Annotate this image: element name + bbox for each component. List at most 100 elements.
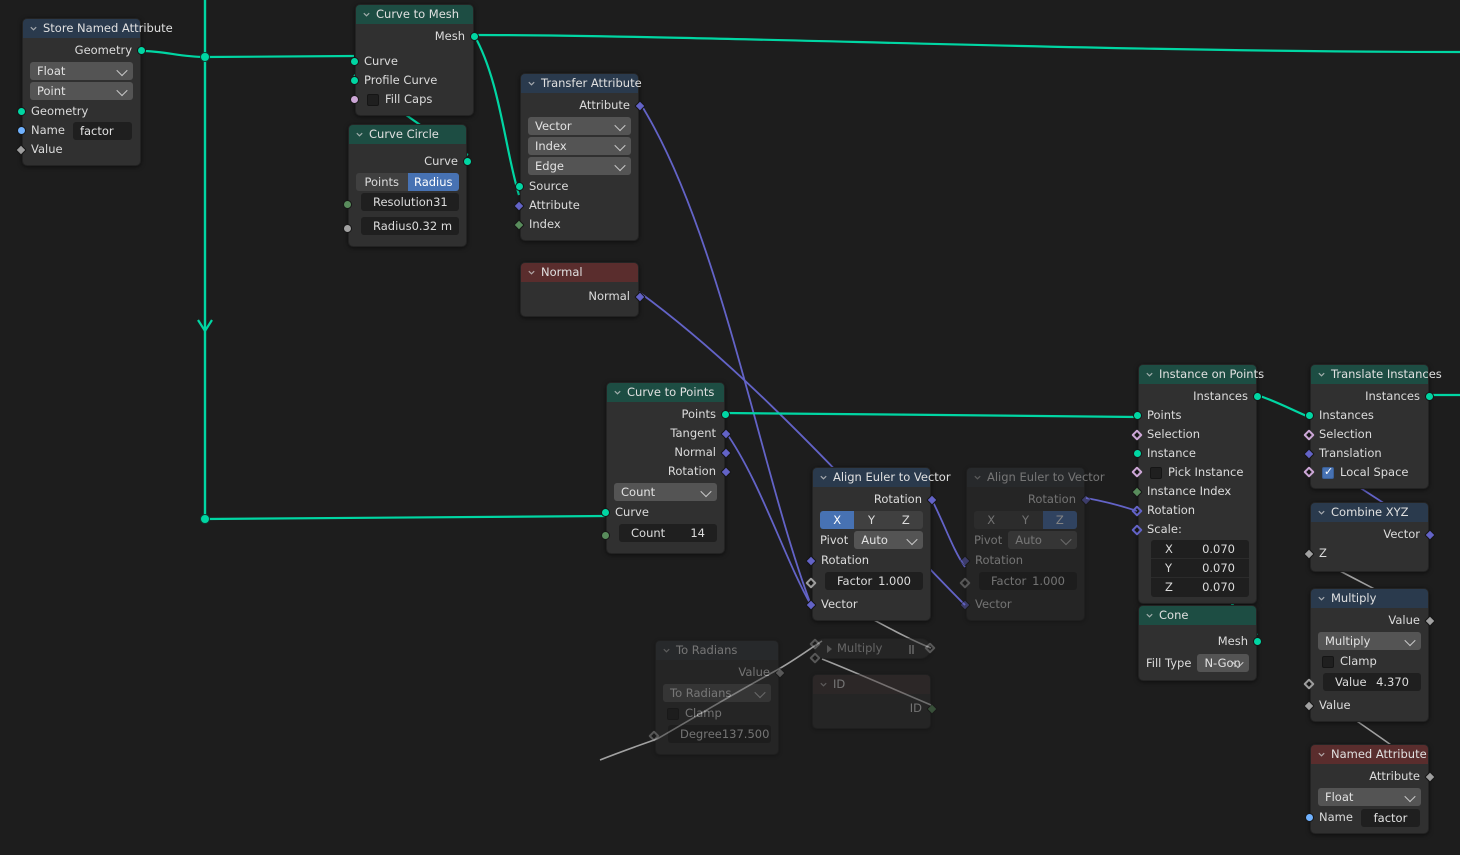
node-normal[interactable]: Normal Normal: [520, 262, 646, 317]
dropdown-operation[interactable]: Multiply: [1318, 632, 1421, 650]
socket-attribute-input[interactable]: [513, 199, 525, 212]
socket-curve-input[interactable]: [350, 57, 359, 66]
socket-row-selection[interactable]: Selection: [1303, 425, 1428, 444]
segmented-axis-selector[interactable]: X Y Z: [820, 511, 923, 529]
scale-x-row[interactable]: X 0.070: [1151, 540, 1249, 559]
socket-local-space-input[interactable]: [1303, 466, 1315, 478]
socket-fill-caps-input[interactable]: [350, 95, 359, 104]
socket-row-profile-curve[interactable]: Profile Curve: [350, 71, 473, 90]
field-row-resolution[interactable]: Resolution 31: [343, 193, 466, 215]
node-header[interactable]: Named Attribute: [1311, 745, 1428, 764]
segmented-mode-selector[interactable]: Points Radius: [356, 173, 459, 191]
input-value[interactable]: Value 4.370: [1323, 673, 1421, 691]
socket-row-curve[interactable]: Curve: [350, 52, 473, 71]
field-row-value[interactable]: Value 4.370: [1303, 673, 1428, 695]
socket-row-scale[interactable]: Scale:: [1131, 520, 1256, 539]
axis-option-x[interactable]: X: [820, 511, 855, 529]
socket-row-z[interactable]: Z: [1303, 544, 1428, 563]
node-header[interactable]: Curve to Points: [607, 383, 724, 402]
chevron-down-icon[interactable]: [1145, 611, 1154, 620]
socket-row-rotation-in[interactable]: Rotation: [959, 551, 1084, 570]
chevron-down-icon[interactable]: [1317, 594, 1326, 603]
node-header[interactable]: Align Euler to Vector: [967, 468, 1105, 487]
chevron-down-icon[interactable]: [819, 680, 828, 689]
socket-value-b-input[interactable]: [1303, 699, 1315, 712]
mode-option-points[interactable]: Points: [356, 173, 408, 191]
chevron-down-icon[interactable]: [1317, 750, 1326, 759]
chevron-down-icon[interactable]: [973, 473, 982, 482]
node-header[interactable]: Transfer Attribute: [521, 74, 642, 93]
socket-row-rotation-out[interactable]: Rotation: [813, 490, 938, 509]
scale-z-row[interactable]: Z 0.070: [1151, 578, 1249, 597]
checkbox-local-space[interactable]: [1322, 465, 1334, 479]
socket-degree-input[interactable]: [648, 730, 660, 742]
socket-value-a-input[interactable]: [1303, 678, 1315, 690]
socket-row-mesh-out[interactable]: Mesh: [356, 27, 479, 46]
socket-vector-output[interactable]: [1424, 528, 1436, 541]
pivot-row[interactable]: Pivot Auto: [820, 531, 923, 549]
socket-row-value-out[interactable]: Value: [656, 663, 786, 682]
node-header[interactable]: Cone: [1139, 606, 1256, 625]
socket-row-name[interactable]: Name factor: [1305, 808, 1428, 827]
socket-name-input[interactable]: [17, 126, 26, 135]
input-degree[interactable]: Degree 137.500: [668, 725, 771, 743]
node-curve-to-mesh[interactable]: Curve to Mesh Mesh Curve Profile Curve F…: [350, 4, 479, 116]
pivot-row[interactable]: Pivot Auto: [974, 531, 1077, 549]
socket-row-index[interactable]: Index: [513, 215, 638, 234]
socket-name-input[interactable]: [1305, 813, 1314, 822]
field-row-factor[interactable]: Factor 1.000: [805, 572, 930, 594]
dropdown-mapping[interactable]: Index: [528, 137, 631, 155]
socket-row-source[interactable]: Source: [515, 177, 638, 196]
fill-type-row[interactable]: Fill Type N-Gon: [1146, 654, 1249, 672]
vector-input-scale[interactable]: X 0.070 Y 0.070 Z 0.070: [1151, 540, 1249, 597]
socket-row-normal-out[interactable]: Normal: [521, 287, 646, 306]
socket-row-rotation[interactable]: Rotation: [1131, 501, 1256, 520]
socket-translation-input[interactable]: [1303, 447, 1315, 460]
socket-index-input[interactable]: [513, 218, 525, 231]
socket-z-input[interactable]: [1303, 547, 1315, 560]
row-clamp[interactable]: Clamp: [1311, 652, 1428, 671]
socket-mesh-output[interactable]: [470, 32, 479, 41]
node-header[interactable]: To Radians: [656, 641, 778, 660]
socket-selection-input[interactable]: [1303, 428, 1315, 441]
input-count[interactable]: Count 14: [619, 524, 717, 542]
socket-row-fill-caps[interactable]: Fill Caps: [350, 90, 473, 109]
socket-row-instances-out[interactable]: Instances: [1139, 387, 1262, 406]
socket-instance-input[interactable]: [1133, 449, 1142, 458]
socket-row-curve-out[interactable]: Curve: [349, 147, 472, 171]
chevron-down-icon[interactable]: [29, 24, 38, 33]
socket-geometry-input[interactable]: [17, 107, 26, 116]
field-row-count[interactable]: Count 14: [601, 524, 724, 546]
socket-row-rotation-out[interactable]: Rotation: [967, 490, 1092, 509]
socket-row-rotation-out[interactable]: Rotation: [607, 462, 732, 481]
socket-row-value-b[interactable]: Value: [1303, 696, 1428, 715]
socket-normal-output[interactable]: [634, 290, 646, 303]
socket-row-vector-in[interactable]: Vector: [805, 595, 930, 614]
node-id[interactable]: ID ID: [812, 674, 938, 729]
node-translate-instances[interactable]: Translate Instances Instances Instances …: [1303, 364, 1442, 489]
chevron-down-icon[interactable]: [819, 473, 828, 482]
input-factor[interactable]: Factor 1.000: [825, 572, 923, 590]
socket-instances-input[interactable]: [1305, 411, 1314, 420]
node-multiply-collapsed[interactable]: Multiply: [809, 638, 936, 664]
node-curve-circle[interactable]: Curve Circle Curve Points Radius Resolut…: [343, 124, 472, 247]
dropdown-fill-type[interactable]: N-Gon: [1197, 654, 1249, 672]
socket-row-vector-out[interactable]: Vector: [1311, 525, 1436, 544]
input-resolution[interactable]: Resolution 31: [361, 193, 459, 211]
socket-row-value[interactable]: Value: [15, 140, 140, 159]
socket-value-input[interactable]: [15, 143, 27, 156]
input-radius[interactable]: Radius 0.32 m: [361, 217, 459, 235]
dropdown-domain[interactable]: Point: [30, 82, 133, 100]
socket-row-geometry-in[interactable]: Geometry: [17, 102, 140, 121]
node-multiply-math[interactable]: Multiply Value Multiply Clamp Value 4.37…: [1303, 588, 1436, 722]
socket-radius-input[interactable]: [343, 224, 352, 233]
socket-row-vector-in[interactable]: Vector: [959, 595, 1084, 614]
socket-row-attribute-in[interactable]: Attribute: [513, 196, 638, 215]
socket-curve-output[interactable]: [463, 157, 472, 166]
socket-geometry-output[interactable]: [137, 46, 146, 55]
socket-row-normal-out[interactable]: Normal: [607, 443, 732, 462]
socket-row-points-out[interactable]: Points: [607, 405, 730, 424]
axis-option-y[interactable]: Y: [854, 511, 889, 529]
socket-factor-input[interactable]: [959, 577, 971, 589]
socket-row-instances-in[interactable]: Instances: [1305, 406, 1428, 425]
